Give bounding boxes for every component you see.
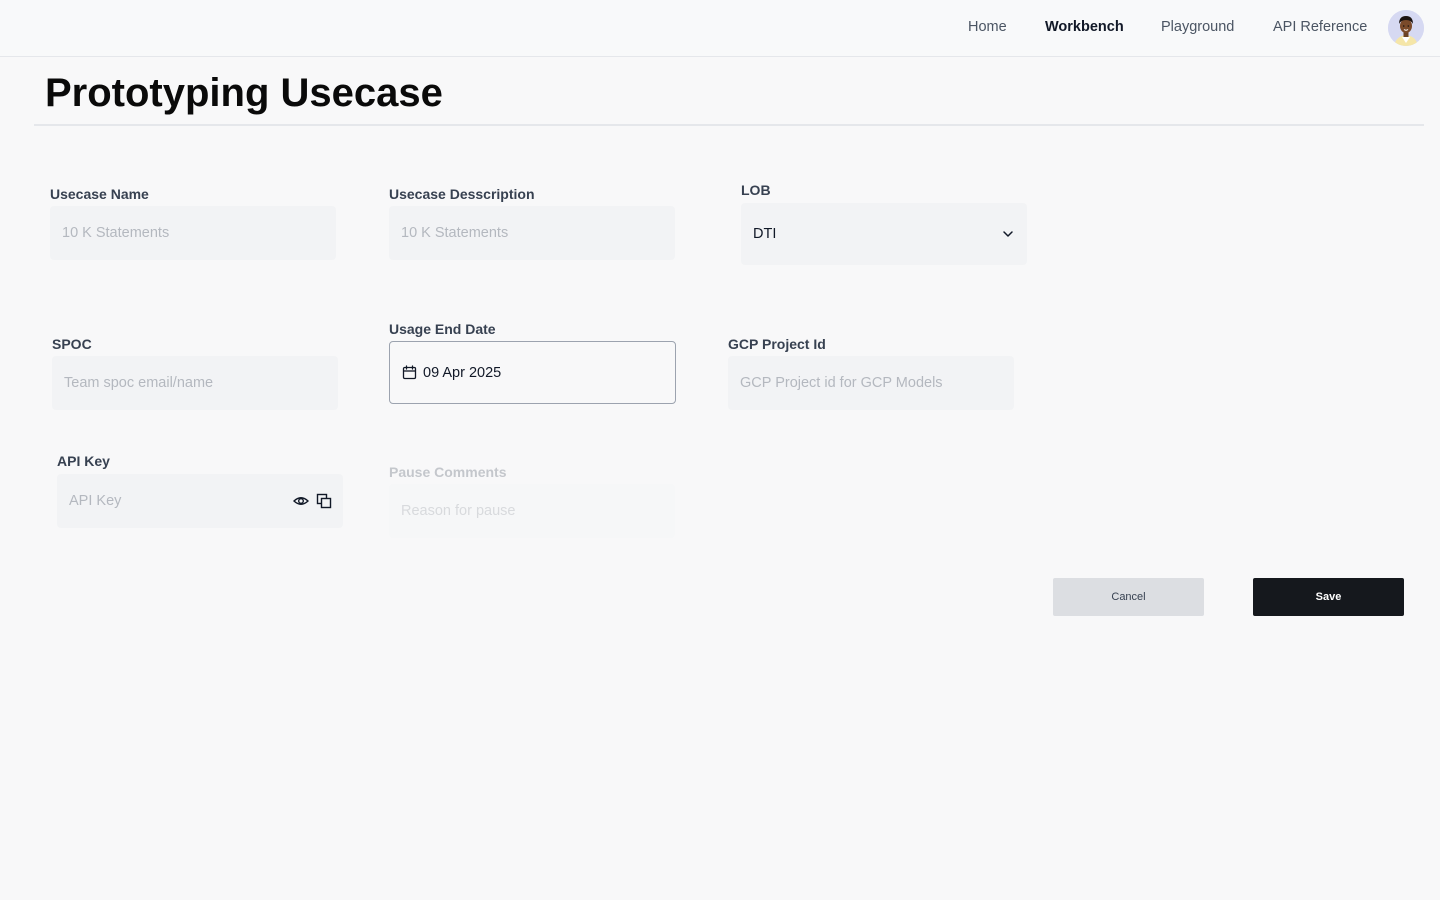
title-divider bbox=[34, 124, 1424, 126]
copy-icon[interactable] bbox=[316, 493, 332, 509]
usage-end-date-picker[interactable]: 09 Apr 2025 bbox=[389, 341, 676, 404]
usecase-description-input[interactable] bbox=[389, 206, 675, 260]
usecase-name-label: Usecase Name bbox=[50, 186, 149, 202]
chevron-down-icon bbox=[1003, 231, 1013, 237]
nav-item-playground[interactable]: Playground bbox=[1161, 18, 1234, 36]
nav-item-api-reference[interactable]: API Reference bbox=[1273, 18, 1367, 36]
usage-end-date-label: Usage End Date bbox=[389, 321, 496, 337]
page-title: Prototyping Usecase bbox=[45, 71, 443, 115]
nav-item-home[interactable]: Home bbox=[968, 18, 1007, 36]
pause-comments-input bbox=[389, 484, 675, 538]
save-button[interactable]: Save bbox=[1253, 578, 1404, 616]
api-key-input[interactable] bbox=[57, 474, 287, 528]
api-key-field bbox=[57, 474, 343, 528]
usage-end-date-value: 09 Apr 2025 bbox=[423, 365, 502, 381]
usecase-description-label: Usecase Desscription bbox=[389, 186, 535, 202]
top-nav-bar: Home Workbench Playground API Reference bbox=[0, 0, 1440, 57]
pause-comments-label: Pause Comments bbox=[389, 464, 507, 480]
eye-icon[interactable] bbox=[293, 493, 309, 509]
usecase-name-input[interactable] bbox=[50, 206, 336, 260]
lob-select[interactable]: DTI bbox=[741, 203, 1027, 265]
user-avatar-icon bbox=[1388, 10, 1424, 46]
spoc-input[interactable] bbox=[52, 356, 338, 410]
lob-label: LOB bbox=[741, 182, 771, 198]
gcp-project-id-label: GCP Project Id bbox=[728, 336, 826, 352]
calendar-icon bbox=[402, 365, 417, 380]
nav-item-workbench[interactable]: Workbench bbox=[1045, 18, 1124, 36]
spoc-label: SPOC bbox=[52, 336, 92, 352]
user-avatar[interactable] bbox=[1388, 10, 1424, 46]
gcp-project-id-input[interactable] bbox=[728, 356, 1014, 410]
cancel-button[interactable]: Cancel bbox=[1053, 578, 1204, 616]
api-key-label: API Key bbox=[57, 453, 110, 469]
lob-selected-value: DTI bbox=[753, 226, 777, 242]
